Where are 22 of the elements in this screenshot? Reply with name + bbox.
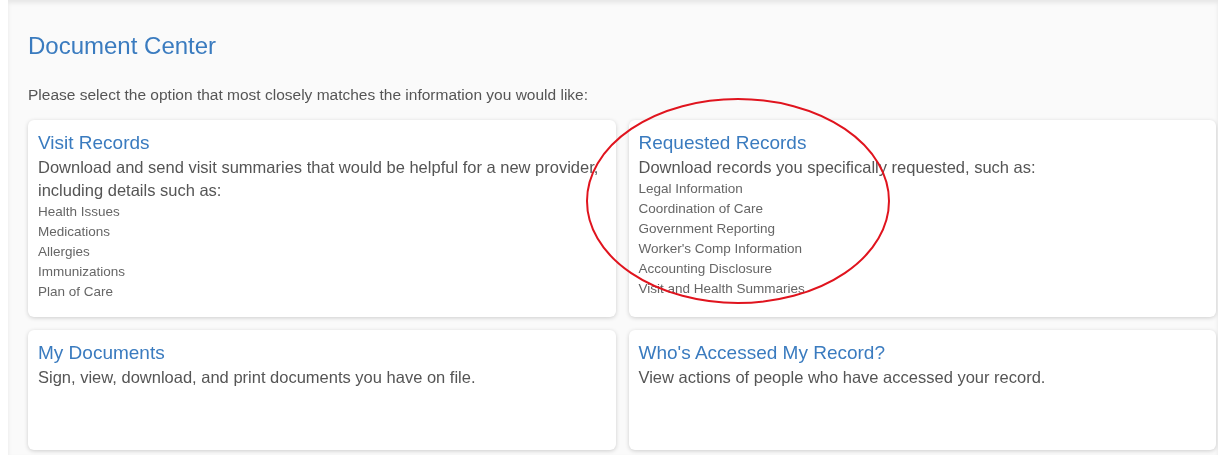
list-item: Legal Information [638,180,743,198]
list-item: Health Issues [38,203,120,221]
list-item: Government Reporting [638,220,776,238]
list-item: Plan of Care [38,283,114,301]
list-item: Coordination of Care [638,200,764,218]
card-title-link[interactable]: Visit Records [38,130,150,156]
card-title-link[interactable]: Requested Records [638,130,807,156]
option-card[interactable]: My Documents Sign, view, download, and print documents you have on file. [28,330,616,450]
list-item: Immunizations [38,263,126,281]
list-item: Medications [38,223,111,241]
list-item: Visit and Health Summaries [638,280,805,298]
card-title-link[interactable]: Who's Accessed My Record? [638,340,885,366]
intro-text: Please select the option that most closely matches the information you would like: [28,85,588,105]
list-item: Allergies [38,243,90,261]
list-item: Worker's Comp Information [638,240,803,258]
option-card[interactable] [628,120,1216,317]
card-description: View actions of people who have accessed your record. [638,367,1047,388]
option-card[interactable]: Who's Accessed My Record? View actions of people who have accessed your record. [628,330,1216,450]
card-description: Sign, view, download, and print documents you have on file. [38,367,477,388]
list-item: Accounting Disclosure [638,260,773,278]
card-title-link[interactable]: My Documents [38,340,165,366]
page-title: Document Center [28,31,217,61]
